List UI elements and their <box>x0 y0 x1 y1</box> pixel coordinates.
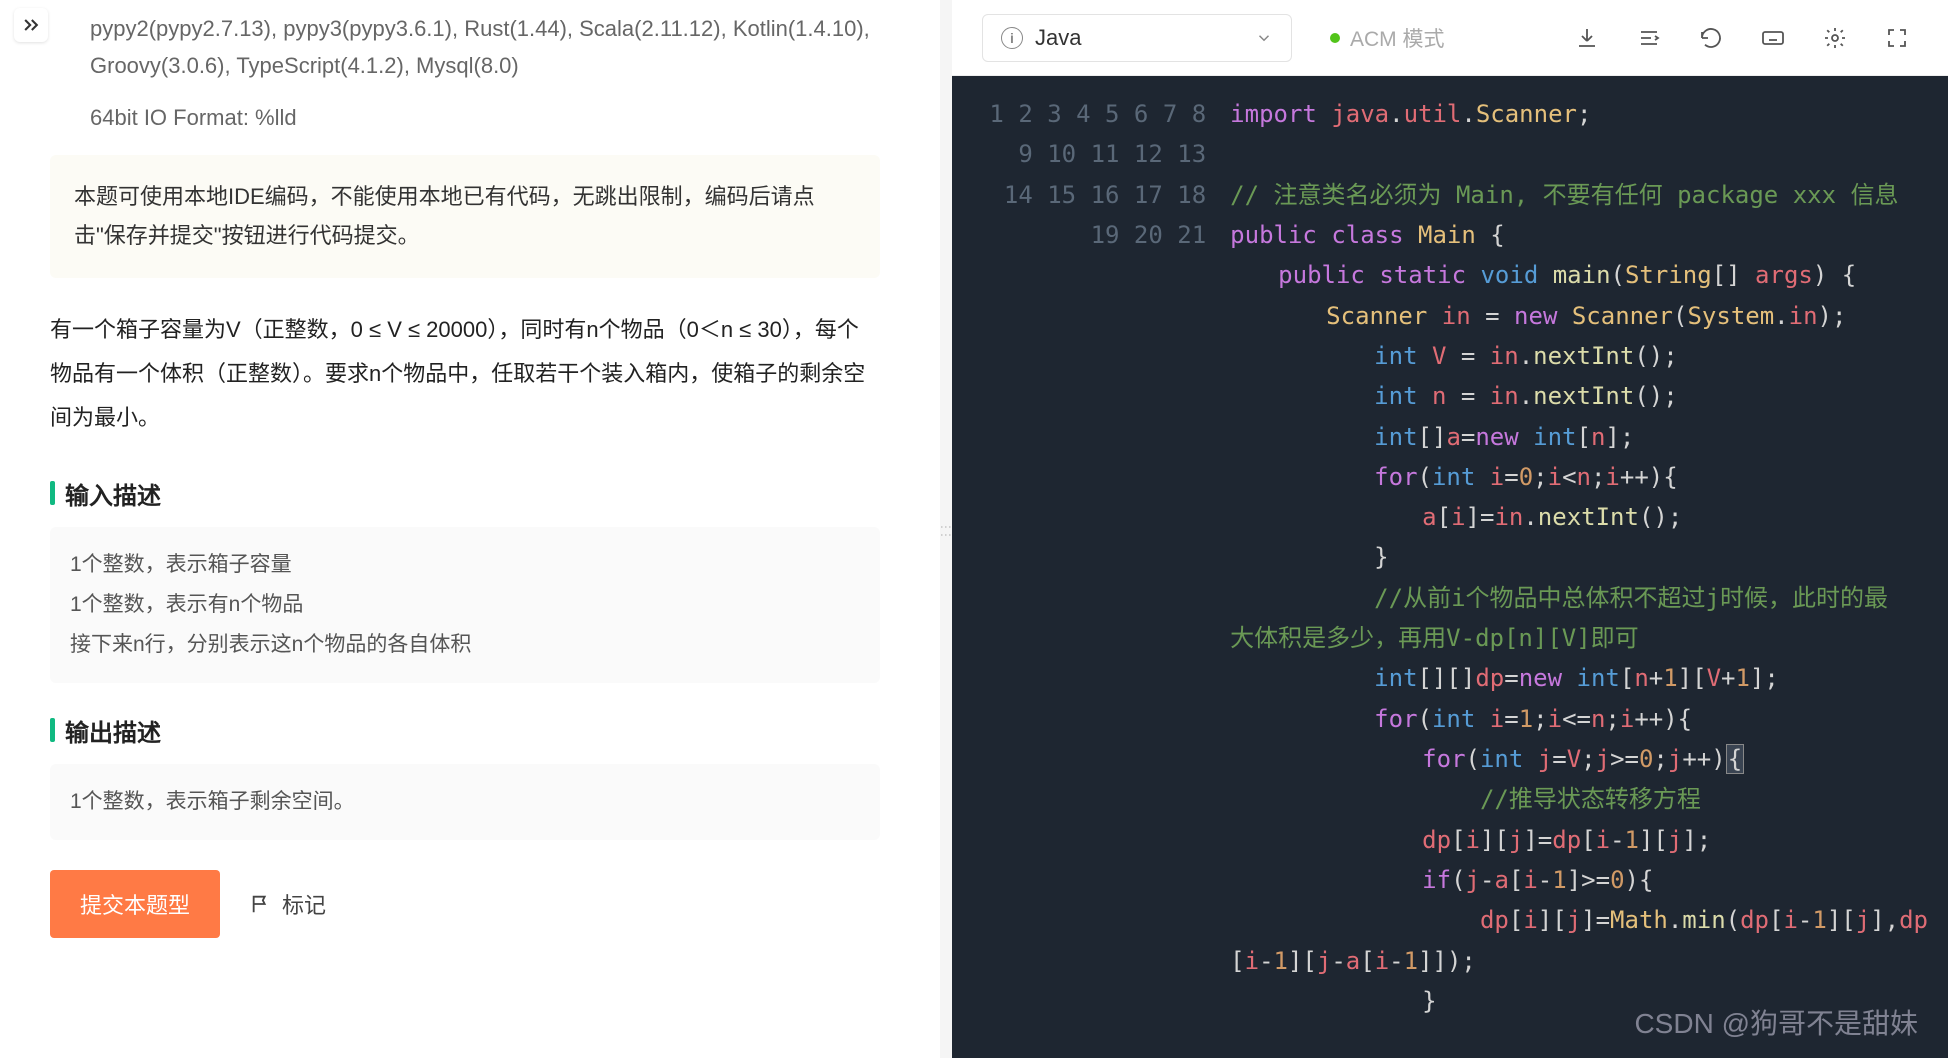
editor-panel: i Java ACM 模式 1 2 3 4 5 6 7 8 9 10 11 12… <box>952 0 1948 1058</box>
bottom-bar: 提交本题型 标记 <box>50 870 880 948</box>
format-button[interactable] <box>1628 17 1670 59</box>
input-description: 1个整数，表示箱子容量 1个整数，表示有n个物品 接下来n行，分别表示这n个物品… <box>50 527 880 683</box>
problem-description: 有一个箱子容量为V（正整数，0 ≤ V ≤ 20000），同时有n个物品（0＜n… <box>50 308 880 440</box>
editor-toolbar: i Java ACM 模式 <box>952 0 1948 76</box>
flag-button[interactable]: 标记 <box>250 888 326 920</box>
output-description: 1个整数，表示箱子剩余空间。 <box>50 764 880 840</box>
flag-label: 标记 <box>282 888 326 920</box>
keyboard-button[interactable] <box>1752 17 1794 59</box>
input-line: 1个整数，表示箱子容量 <box>70 545 860 585</box>
chevron-down-icon <box>1255 29 1273 47</box>
refresh-button[interactable] <box>1690 17 1732 59</box>
panel-splitter[interactable] <box>940 0 952 1058</box>
mode-indicator[interactable]: ACM 模式 <box>1330 23 1445 53</box>
status-dot <box>1330 33 1340 43</box>
download-button[interactable] <box>1566 17 1608 59</box>
problem-panel: pypy2(pypy2.7.13), pypy3(pypy3.6.1), Rus… <box>0 0 940 1058</box>
settings-button[interactable] <box>1814 17 1856 59</box>
input-line: 1个整数，表示有n个物品 <box>70 585 860 625</box>
language-label: Java <box>1035 25 1243 51</box>
code-content[interactable]: import java.util.Scanner; // 注意类名必须为 Mai… <box>1222 76 1948 1058</box>
code-editor[interactable]: 1 2 3 4 5 6 7 8 9 10 11 12 13 14 15 16 1… <box>952 76 1948 1058</box>
collapse-button[interactable] <box>14 8 48 42</box>
output-section-title: 输出描述 <box>50 713 880 748</box>
submit-button[interactable]: 提交本题型 <box>50 870 220 938</box>
input-line: 接下来n行，分别表示这n个物品的各自体积 <box>70 625 860 665</box>
mode-label: ACM 模式 <box>1350 23 1445 53</box>
info-icon: i <box>1001 27 1023 49</box>
line-gutter: 1 2 3 4 5 6 7 8 9 10 11 12 13 14 15 16 1… <box>952 76 1222 1058</box>
language-list: pypy2(pypy2.7.13), pypy3(pypy3.6.1), Rus… <box>90 10 880 85</box>
language-selector[interactable]: i Java <box>982 14 1292 62</box>
input-section-title: 输入描述 <box>50 476 880 511</box>
io-format: 64bit IO Format: %lld <box>90 105 880 131</box>
fullscreen-button[interactable] <box>1876 17 1918 59</box>
notice-box: 本题可使用本地IDE编码，不能使用本地已有代码，无跳出限制，编码后请点击"保存并… <box>50 155 880 278</box>
flag-icon <box>250 893 272 915</box>
